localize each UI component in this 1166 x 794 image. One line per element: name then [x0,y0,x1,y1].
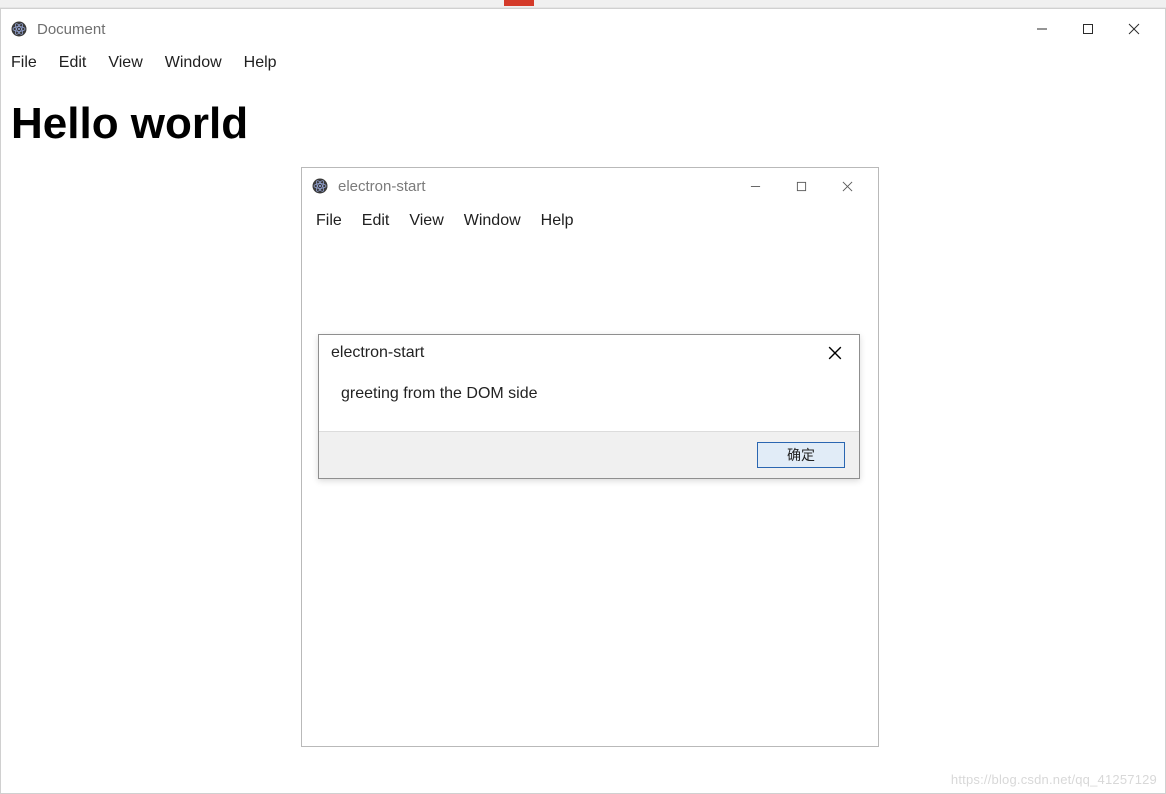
main-window: Document File Edit View Window Help Hell… [0,8,1166,794]
dialog-title: electron-start [331,344,424,362]
menu-edit[interactable]: Edit [59,54,87,72]
secondary-window-title: electron-start [338,178,426,195]
menu-file[interactable]: File [316,212,342,230]
secondary-window: electron-start File Edit View Window Hel… [301,167,879,747]
menu-help[interactable]: Help [541,212,574,230]
menu-window[interactable]: Window [464,212,521,230]
dialog-close-button[interactable] [823,341,847,365]
close-button[interactable] [1111,13,1157,45]
main-menubar: File Edit View Window Help [1,49,1165,77]
menu-view[interactable]: View [409,212,443,230]
maximize-button[interactable] [1065,13,1111,45]
menu-view[interactable]: View [108,54,142,72]
dialog-ok-button[interactable]: 确定 [757,442,845,468]
secondary-menubar: File Edit View Window Help [302,204,878,234]
alert-dialog: electron-start greeting from the DOM sid… [318,334,860,479]
menu-file[interactable]: File [11,54,37,72]
main-content: Hello world [1,77,1165,171]
tab-accent [504,0,534,6]
maximize-button[interactable] [778,170,824,202]
minimize-button[interactable] [732,170,778,202]
menu-help[interactable]: Help [244,54,277,72]
electron-icon [310,176,330,196]
main-window-controls [1019,13,1157,45]
main-window-title: Document [37,21,105,38]
dialog-message: greeting from the DOM side [319,371,859,431]
main-titlebar: Document [1,9,1165,49]
minimize-button[interactable] [1019,13,1065,45]
dialog-header: electron-start [319,335,859,371]
watermark: https://blog.csdn.net/qq_41257129 [951,772,1157,787]
secondary-content: electron-start greeting from the DOM sid… [302,234,878,746]
menu-edit[interactable]: Edit [362,212,390,230]
browser-tabstrip [0,0,1166,8]
menu-window[interactable]: Window [165,54,222,72]
page-heading: Hello world [11,99,1155,149]
secondary-titlebar: electron-start [302,168,878,204]
close-button[interactable] [824,170,870,202]
electron-icon [9,19,29,39]
secondary-window-controls [732,170,870,202]
dialog-footer: 确定 [319,431,859,478]
